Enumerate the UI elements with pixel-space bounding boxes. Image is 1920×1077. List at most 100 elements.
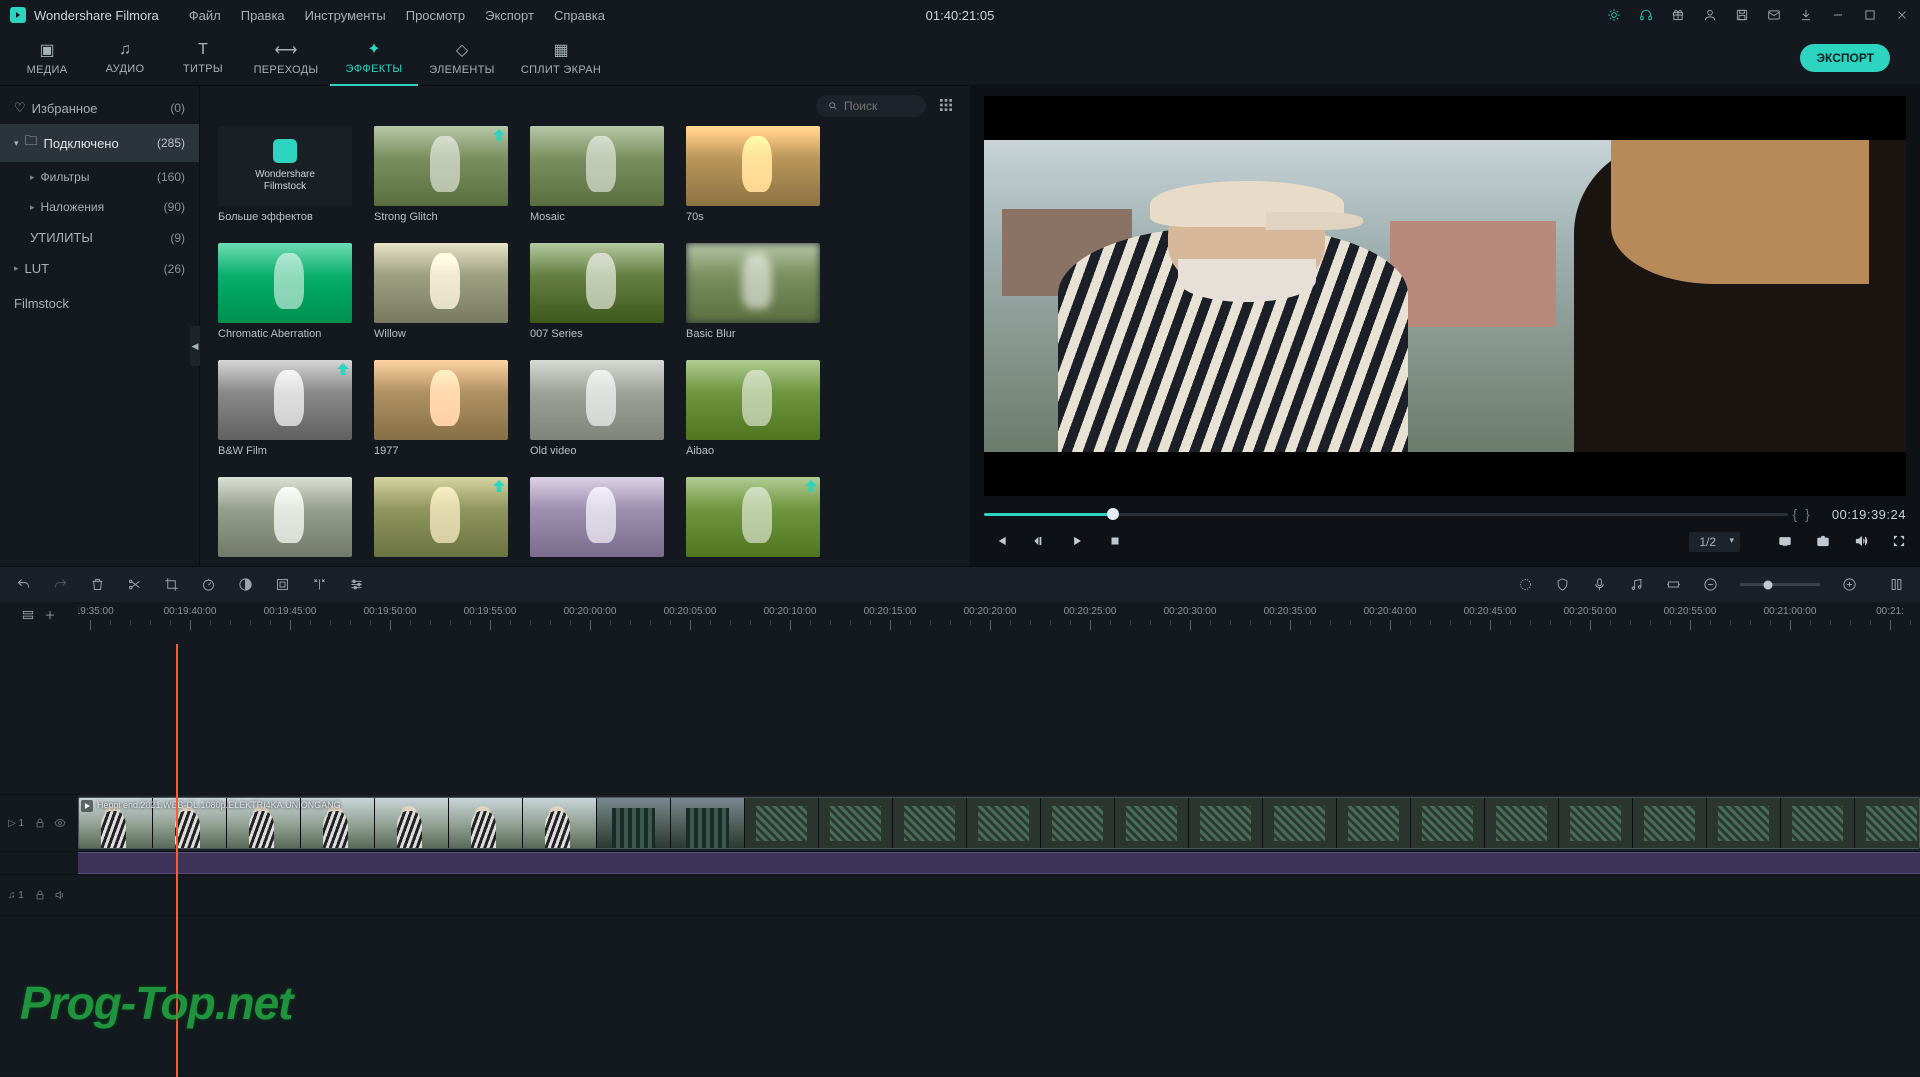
effect-card[interactable] [374, 477, 508, 562]
play-icon[interactable] [1070, 534, 1084, 551]
close-icon[interactable] [1894, 7, 1910, 23]
zoom-in-icon[interactable] [1842, 577, 1857, 592]
lock-icon[interactable] [34, 889, 46, 901]
minimize-icon[interactable] [1830, 7, 1846, 23]
video-track-1[interactable]: ▷ 1 Heppi end.2021.WEB-DL.1080p.ELEKTRI4… [0, 795, 1920, 852]
tab-elements[interactable]: ◇ЭЛЕМЕНТЫ [418, 30, 506, 86]
audio-track-head[interactable]: ♫ 1 [0, 875, 78, 915]
zoom-slider[interactable] [1740, 583, 1820, 586]
tab-audio[interactable]: ♫АУДИО [86, 30, 164, 86]
speed-icon[interactable] [201, 577, 216, 592]
preview-detach-icon[interactable] [1778, 534, 1792, 551]
effect-card[interactable]: B&W Film [218, 360, 352, 457]
effect-card[interactable] [218, 477, 352, 562]
marker-icon[interactable] [1518, 577, 1533, 592]
undo-icon[interactable] [16, 577, 31, 592]
green-screen-icon[interactable] [275, 577, 290, 592]
zoom-fit-icon[interactable] [1666, 577, 1681, 592]
color-icon[interactable] [238, 577, 253, 592]
ruler-label: 00:20:45:00 [1464, 606, 1517, 617]
search-box[interactable] [816, 95, 926, 117]
sidebar-collapse-icon[interactable]: ◀ [190, 326, 200, 366]
effect-card[interactable]: 1977 [374, 360, 508, 457]
effect-card[interactable]: 007 Series [530, 243, 664, 340]
sidebar-utilities[interactable]: УТИЛИТЫ (9) [0, 222, 199, 253]
prev-frame-icon[interactable] [994, 534, 1008, 551]
preview-quality-select[interactable]: 1/2 [1689, 532, 1740, 552]
sidebar-overlays[interactable]: ▸ Наложения (90) [0, 192, 199, 222]
mute-icon[interactable] [54, 889, 66, 901]
preview-scrubber[interactable] [984, 513, 1788, 516]
settings-icon[interactable] [349, 577, 364, 592]
effect-label: B&W Film [218, 445, 352, 457]
effect-card[interactable]: Chromatic Aberration [218, 243, 352, 340]
track-manager-icons[interactable] [0, 602, 78, 644]
mark-out-icon[interactable]: } [1805, 506, 1810, 522]
step-back-icon[interactable] [1032, 534, 1046, 551]
grid-view-icon[interactable] [938, 97, 954, 116]
sidebar-connected[interactable]: ▾ 🗀 Подключено (285) [0, 124, 199, 162]
video-track-head[interactable]: ▷ 1 [0, 795, 78, 851]
mark-in-icon[interactable]: { [1792, 506, 1797, 522]
preview-viewport[interactable] [984, 96, 1906, 496]
export-button[interactable]: ЭКСПОРТ [1800, 44, 1890, 72]
tab-split-screen[interactable]: ▦СПЛИТ ЭКРАН [506, 30, 616, 86]
save-icon[interactable] [1734, 7, 1750, 23]
sidebar-filters[interactable]: ▸ Фильтры (160) [0, 162, 199, 192]
voiceover-icon[interactable] [1592, 577, 1607, 592]
redo-icon[interactable] [53, 577, 68, 592]
sidebar-lut[interactable]: ▸ LUT (26) [0, 253, 199, 284]
delete-icon[interactable] [90, 577, 105, 592]
menu-view[interactable]: Просмотр [396, 8, 475, 23]
menu-tools[interactable]: Инструменты [295, 8, 396, 23]
adjust-icon[interactable] [312, 577, 327, 592]
zoom-out-icon[interactable] [1703, 577, 1718, 592]
account-icon[interactable] [1702, 7, 1718, 23]
effect-card[interactable] [686, 477, 820, 562]
download-icon[interactable] [1798, 7, 1814, 23]
message-icon[interactable] [1766, 7, 1782, 23]
sidebar-filmstock[interactable]: Filmstock [0, 288, 199, 319]
effect-card[interactable]: Basic Blur [686, 243, 820, 340]
timeline-ruler[interactable]: 0:19:35:0000:19:40:0000:19:45:0000:19:50… [78, 602, 1920, 644]
effect-card[interactable]: Willow [374, 243, 508, 340]
tips-icon[interactable] [1606, 7, 1622, 23]
shield-icon[interactable] [1555, 577, 1570, 592]
gift-icon[interactable] [1670, 7, 1686, 23]
tab-effects[interactable]: ✦ЭФФЕКТЫ [330, 30, 418, 86]
stop-icon[interactable] [1108, 534, 1122, 551]
menu-file[interactable]: Файл [179, 8, 231, 23]
effect-card[interactable]: Strong Glitch [374, 126, 508, 223]
audio-track-1[interactable]: ♫ 1 [0, 875, 1920, 916]
effect-card[interactable]: Old video [530, 360, 664, 457]
effect-card[interactable]: Mosaic [530, 126, 664, 223]
volume-icon[interactable] [1854, 534, 1868, 551]
audio-mixer-icon[interactable] [1629, 577, 1644, 592]
effect-card[interactable]: WondershareFilmstockБольше эффектов [218, 126, 352, 223]
ruler-label: 00:21: [1876, 606, 1904, 617]
fullscreen-icon[interactable] [1892, 534, 1906, 551]
lock-icon[interactable] [34, 817, 46, 829]
tab-media[interactable]: ▣МЕДИА [8, 30, 86, 86]
maximize-icon[interactable] [1862, 7, 1878, 23]
split-icon[interactable] [127, 577, 142, 592]
crop-icon[interactable] [164, 577, 179, 592]
timeline-menu-icon[interactable] [1889, 577, 1904, 592]
video-clip[interactable]: Heppi end.2021.WEB-DL.1080p.ELEKTRI4KA.U… [78, 797, 1920, 849]
menu-export[interactable]: Экспорт [475, 8, 544, 23]
effect-card[interactable]: Aibao [686, 360, 820, 457]
effect-thumb [530, 477, 664, 557]
search-input[interactable] [844, 99, 914, 113]
ruler-label: 00:20:50:00 [1564, 606, 1617, 617]
effect-card[interactable] [530, 477, 664, 562]
sidebar-favorites[interactable]: ♡ Избранное (0) [0, 92, 199, 124]
menu-edit[interactable]: Правка [231, 8, 295, 23]
tab-titles[interactable]: TТИТРЫ [164, 30, 242, 86]
playhead[interactable] [176, 644, 178, 1077]
effect-card[interactable]: 70s [686, 126, 820, 223]
eye-icon[interactable] [54, 817, 66, 829]
headphones-icon[interactable] [1638, 7, 1654, 23]
menu-help[interactable]: Справка [544, 8, 615, 23]
tab-transitions[interactable]: ⟷ПЕРЕХОДЫ [242, 30, 330, 86]
snapshot-icon[interactable] [1816, 534, 1830, 551]
